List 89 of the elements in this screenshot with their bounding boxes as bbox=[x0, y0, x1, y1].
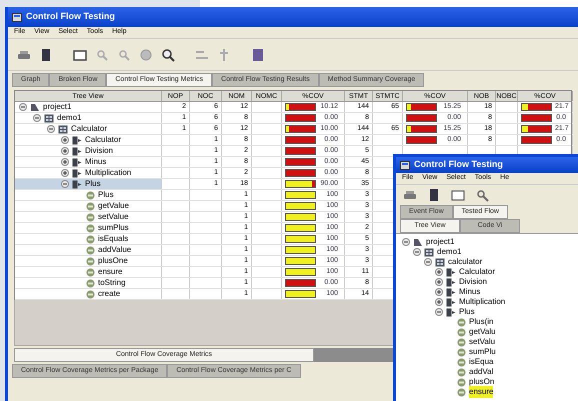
app-icon bbox=[12, 12, 22, 22]
method-icon bbox=[457, 318, 466, 326]
tree-node-label: ensure bbox=[98, 266, 122, 278]
tree-node-label: Multiplication bbox=[85, 167, 132, 179]
method-icon bbox=[457, 368, 466, 376]
window-title: Control Flow Testing bbox=[414, 158, 503, 172]
tree-node-label: Calculator bbox=[71, 123, 108, 135]
package-icon bbox=[435, 258, 445, 266]
collapse-icon[interactable] bbox=[413, 248, 421, 256]
tree-row[interactable]: Plus bbox=[15, 179, 162, 189]
expand-icon[interactable] bbox=[435, 298, 443, 306]
method-icon bbox=[86, 224, 95, 232]
tree-node-label: getValue bbox=[98, 200, 129, 212]
method-icon bbox=[86, 246, 95, 254]
class-icon bbox=[446, 278, 456, 286]
tree-node-label[interactable]: plusOn bbox=[469, 376, 494, 388]
tree-node-label: create bbox=[98, 288, 120, 300]
tree-node-label[interactable]: getValu bbox=[469, 326, 496, 338]
tree-node-label: Minus bbox=[85, 156, 106, 168]
collapse-icon[interactable] bbox=[424, 258, 432, 266]
package-icon bbox=[58, 124, 68, 134]
collapse-icon[interactable] bbox=[47, 125, 55, 133]
tree-node-label[interactable]: setValu bbox=[469, 336, 496, 348]
tree-node-label: demo1 bbox=[57, 112, 82, 124]
class-icon bbox=[446, 268, 456, 276]
tree-node-label[interactable]: demo1 bbox=[437, 246, 462, 258]
method-icon bbox=[457, 358, 466, 366]
collapse-icon[interactable] bbox=[402, 238, 410, 246]
collapse-icon[interactable] bbox=[435, 308, 443, 316]
class-icon bbox=[446, 288, 456, 296]
expand-icon[interactable] bbox=[435, 278, 443, 286]
package-icon bbox=[44, 114, 54, 122]
method-icon bbox=[457, 388, 466, 396]
class-icon bbox=[72, 158, 82, 166]
method-icon bbox=[86, 290, 95, 298]
method-icon bbox=[86, 256, 95, 266]
method-icon bbox=[86, 202, 95, 210]
tree-node-label[interactable]: calculator bbox=[448, 256, 482, 268]
class-icon bbox=[72, 168, 82, 178]
method-icon bbox=[86, 268, 95, 276]
class-icon bbox=[446, 298, 456, 306]
report-icon[interactable] bbox=[250, 46, 266, 62]
expand-icon[interactable] bbox=[61, 147, 69, 155]
method-icon bbox=[86, 234, 95, 244]
tree-node-label[interactable]: Minus bbox=[459, 286, 480, 298]
method-icon bbox=[86, 278, 95, 288]
method-icon bbox=[457, 338, 466, 346]
expand-icon[interactable] bbox=[435, 268, 443, 276]
class-icon bbox=[446, 308, 456, 316]
collapse-icon[interactable] bbox=[61, 180, 69, 188]
method-icon bbox=[86, 190, 95, 200]
tree-node-label[interactable]: sumPlu bbox=[469, 346, 496, 358]
tree-node-label: Division bbox=[85, 145, 114, 157]
tree-node-label: toString bbox=[98, 277, 126, 289]
tree-node-label[interactable]: Plus bbox=[459, 306, 475, 318]
tree-node-label[interactable]: Calculator bbox=[459, 266, 496, 278]
method-icon bbox=[457, 348, 466, 356]
method-icon bbox=[457, 328, 466, 336]
tree-node-label[interactable]: Plus(in bbox=[469, 316, 494, 328]
tree-node-label[interactable]: addVal bbox=[469, 366, 494, 378]
expand-icon[interactable] bbox=[61, 136, 69, 144]
expand-icon[interactable] bbox=[61, 158, 69, 166]
tree-node-label: project1 bbox=[43, 101, 72, 113]
tree-node-label[interactable]: ensure bbox=[469, 386, 494, 398]
tree-node-label[interactable]: project1 bbox=[426, 236, 454, 248]
tree-node-label[interactable]: Division bbox=[459, 276, 488, 288]
collapse-icon[interactable] bbox=[33, 114, 41, 122]
window-title: Control Flow Testing bbox=[26, 10, 115, 24]
tree-node-label: sumPlus bbox=[98, 222, 129, 234]
tree-node-label: setValue bbox=[98, 211, 129, 223]
tree-node-label: Plus bbox=[98, 189, 114, 201]
method-icon bbox=[86, 212, 95, 222]
tree-node-label: isEquals bbox=[98, 233, 128, 245]
expand-icon[interactable] bbox=[435, 288, 443, 296]
package-icon bbox=[424, 248, 434, 256]
class-icon bbox=[72, 136, 82, 144]
class-icon bbox=[72, 146, 82, 156]
tree-node-label[interactable]: Multiplication bbox=[459, 296, 506, 308]
tree-node-label: addValue bbox=[98, 244, 132, 256]
app-icon bbox=[400, 160, 410, 170]
tree-node-label: plusOne bbox=[98, 255, 128, 267]
collapse-icon[interactable] bbox=[19, 103, 27, 111]
search-icon[interactable] bbox=[160, 46, 176, 62]
method-icon bbox=[457, 378, 466, 386]
tree-node-label: Plus bbox=[85, 178, 101, 190]
class-icon bbox=[72, 180, 82, 188]
tree-node-label[interactable]: isEqua bbox=[469, 356, 494, 368]
expand-icon[interactable] bbox=[61, 169, 69, 177]
tree-node-label: Calculator bbox=[85, 134, 122, 146]
